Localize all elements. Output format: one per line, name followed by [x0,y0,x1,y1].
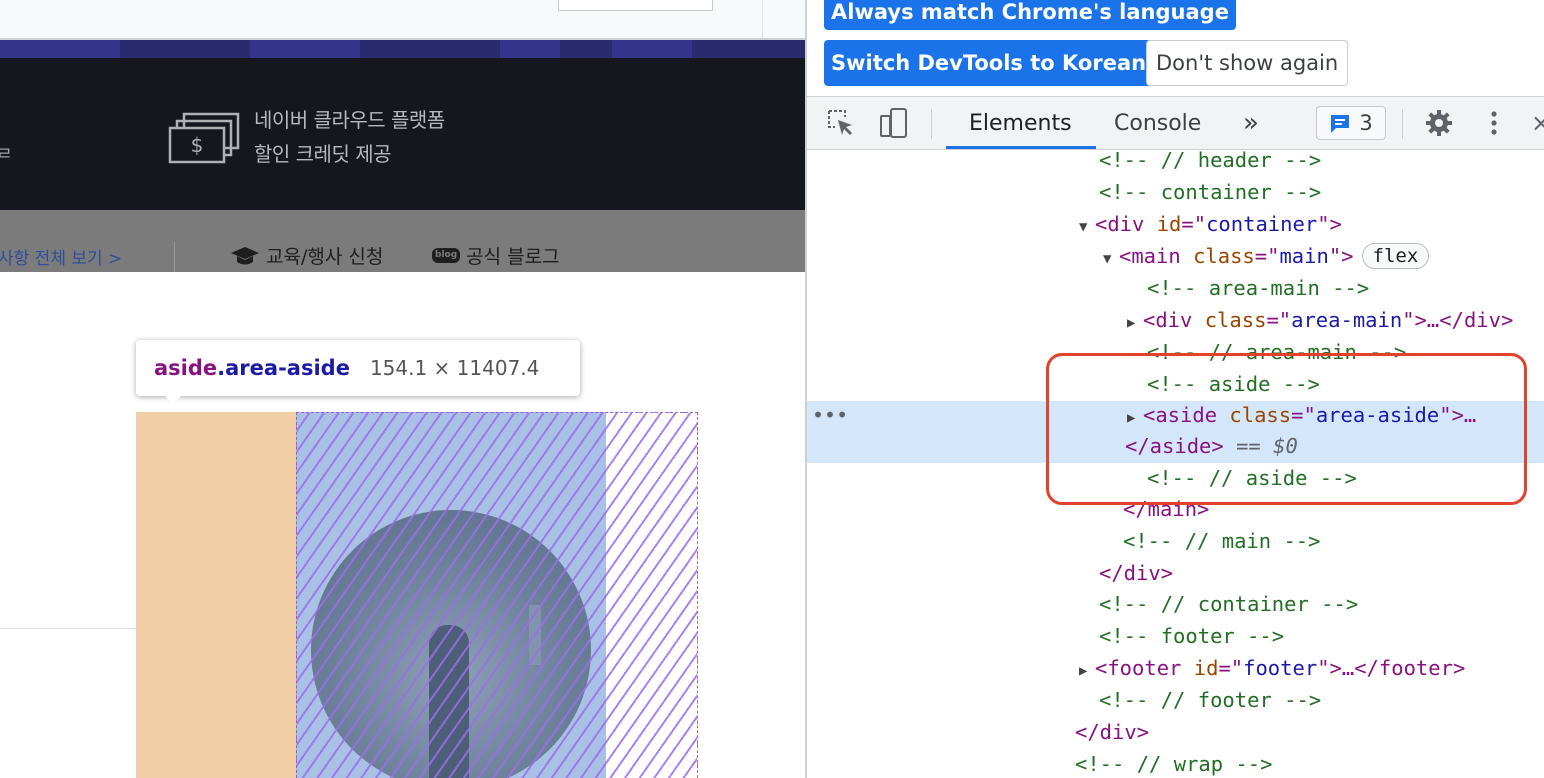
issues-count: 3 [1359,111,1373,135]
blog-icon: blog [432,248,461,263]
switch-language-button[interactable]: Switch DevTools to Korean [824,40,1154,86]
svg-text:$: $ [191,133,204,157]
divider [174,242,175,272]
promo-strip [0,40,805,58]
divider [0,628,136,629]
dom-node[interactable]: </div> [807,718,1544,750]
expand-triangle-icon[interactable]: ▶ [1079,657,1095,685]
divider [762,0,763,40]
tooltip-dimensions: 154.1 × 11407.4 [369,356,540,380]
close-icon[interactable]: × [1531,97,1544,149]
promo-banner[interactable]: ㄹ $ 네이버 클라우드 플랫폼 할인 크레딧 제공 [0,58,805,210]
dom-node[interactable]: <!-- // wrap --> [807,750,1544,778]
graduation-cap-icon [231,246,259,264]
dom-node[interactable]: <!-- // header --> [807,146,1544,178]
inspect-element-icon[interactable] [821,97,861,149]
dom-node[interactable]: ▼ <div id="container"> [807,210,1544,242]
education-label: 교육/행사 신청 [266,246,384,268]
banner-title: 네이버 클라우드 플랫폼 [254,108,445,132]
flex-badge[interactable]: flex [1361,243,1430,269]
dom-tree: <!-- // header --> <!-- container --> ▼ <… [807,148,1544,778]
dom-node[interactable]: <!-- // main --> [807,527,1544,559]
dom-node[interactable]: <!-- container --> [807,178,1544,210]
notice-all-link[interactable]: 사항 전체 보기 > [0,244,122,269]
divider [1402,109,1403,139]
divider [931,109,932,139]
inspect-tooltip: aside.area-aside 154.1 × 11407.4 [136,340,580,404]
tab-elements[interactable]: Elements [969,97,1072,149]
collapse-triangle-icon[interactable]: ▼ [1103,245,1119,273]
devtools-toolbar: Elements Console » 3 [807,96,1544,150]
node-actions-icon[interactable]: ••• [812,401,848,429]
inspect-margin-overlay [136,412,296,778]
dom-node[interactable]: </div> [807,559,1544,591]
blog-label: 공식 블로그 [466,246,560,268]
banner-subtitle: 할인 크레딧 제공 [254,142,392,166]
page-search-input[interactable] [558,0,713,11]
banner-left-text: ㄹ [0,144,13,165]
inspect-gap-overlay [296,412,698,778]
devtools-panel: Always match Chrome's language Switch De… [805,0,1544,778]
issues-button[interactable]: 3 [1316,106,1386,140]
dom-node[interactable]: <!-- area-main --> [807,274,1544,306]
kebab-menu-icon[interactable] [1479,97,1509,149]
dollar-bills-icon: $ [168,112,240,164]
education-link[interactable]: 교육/행사 신청 [230,242,383,269]
tab-console[interactable]: Console [1114,97,1201,149]
screen: ㄹ $ 네이버 클라우드 플랫폼 할인 크레딧 제공 사항 전체 보기 > 교육… [0,0,1544,778]
web-page-viewport: ㄹ $ 네이버 클라우드 플랫폼 할인 크레딧 제공 사항 전체 보기 > 교육… [0,0,805,778]
device-toolbar-icon[interactable] [873,97,913,149]
dom-node[interactable]: ▶ <div class="area-main">…</div> [807,306,1544,338]
collapse-triangle-icon[interactable]: ▼ [1079,213,1095,241]
tooltip-selector: aside.area-aside [154,356,350,380]
match-language-button[interactable]: Always match Chrome's language [824,0,1236,30]
language-infobar: Always match Chrome's language Switch De… [807,0,1544,96]
more-tabs-chevron-icon[interactable]: » [1243,97,1259,149]
expand-triangle-icon[interactable]: ▶ [1127,309,1143,337]
dom-node[interactable]: ▶ <footer id="footer">…</footer> [807,654,1544,686]
annotation-highlight-box [1046,353,1527,505]
blog-link[interactable]: blog 공식 블로그 [432,242,560,269]
dom-node[interactable]: <!-- // container --> [807,590,1544,622]
gear-icon[interactable] [1419,97,1459,149]
dom-node[interactable]: <!-- // footer --> [807,686,1544,718]
message-icon [1331,115,1350,133]
sub-navigation: 사항 전체 보기 > 교육/행사 신청 blog 공식 블로그 [0,210,805,272]
dont-show-again-button[interactable]: Don't show again [1146,40,1349,86]
dom-node[interactable]: ▼ <main class="main"> flex [807,242,1544,274]
dom-node[interactable]: <!-- footer --> [807,622,1544,654]
